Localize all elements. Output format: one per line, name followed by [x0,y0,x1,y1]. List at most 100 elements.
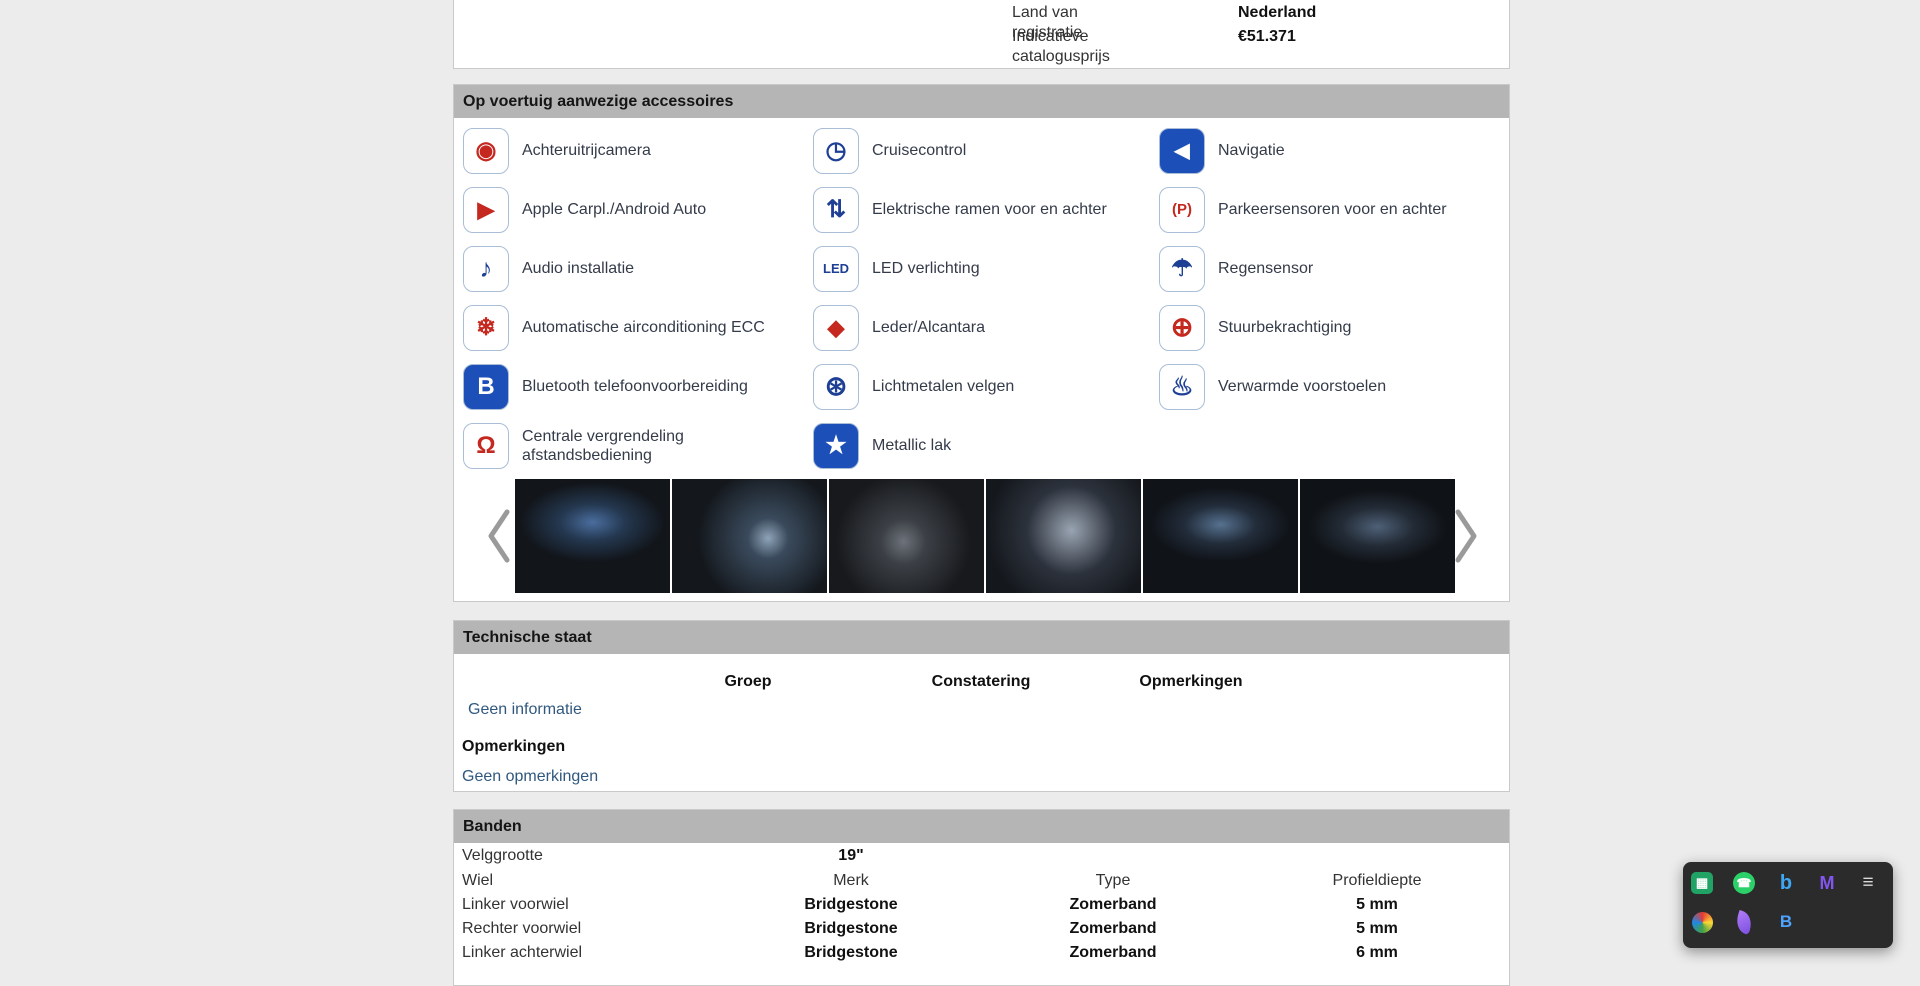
navigation-icon: ◀ [1159,127,1205,174]
carousel-photo[interactable] [1143,479,1298,593]
feather-glyph [1733,909,1755,935]
accessories-header: Op voertuig aanwezige accessoires [454,85,1509,118]
bing-icon[interactable]: b [1773,870,1799,896]
climate-control-icon: ❄ [463,304,509,351]
accessory-label: Parkeersensoren voor en achter [1218,201,1447,218]
column-header-groep: Groep [724,673,772,690]
tire-type: Zomerband [1069,944,1157,961]
no-information-text: Geen informatie [468,701,582,718]
tire-row-front-right: Rechter voorwiel Bridgestone Zomerband 5… [454,920,1509,938]
carousel-photo[interactable] [515,479,670,593]
carousel-photo[interactable] [1300,479,1455,593]
system-tray-flyout: ▦ ☎ b M ≡ B [1683,862,1893,948]
accessory-label: Elektrische ramen voor en achter [872,201,1107,218]
whatsapp-icon[interactable]: ☎ [1731,870,1757,896]
heated-seats-icon: ♨ [1159,363,1205,410]
tire-type: Zomerband [1069,896,1157,913]
carousel-photo[interactable] [672,479,827,593]
accessories-column-1: ◉ Achteruitrijcamera ▶ Apple Carpl./Andr… [463,121,772,475]
carplay-icon: ▶ [463,186,509,233]
m-glyph: M [1819,872,1835,893]
tire-depth: 5 mm [1356,920,1398,937]
accessory-label: Apple Carpl./Android Auto [522,201,707,218]
rain-sensor-icon: ☂ [1159,245,1205,292]
accessory-item: LED LED verlichting [813,239,1107,298]
parking-sensors-icon: (P) [1159,186,1205,233]
accessory-label: Verwarmde voorstoelen [1218,378,1387,395]
registration-panel: Land van registratie Nederland Indicatie… [453,0,1510,69]
carousel-next-button[interactable] [1453,508,1479,564]
tire-row-rear-left: Linker achterwiel Bridgestone Zomerband … [454,944,1509,962]
accessory-label: Metallic lak [872,437,952,454]
feather-pen-icon[interactable] [1731,909,1757,935]
grid-glyph: ▦ [1691,872,1713,894]
accessory-label: Leder/Alcantara [872,319,985,336]
tires-header: Banden [454,810,1509,843]
technical-condition-panel: Technische staat Groep Constatering Opme… [453,620,1510,792]
remarks-heading: Opmerkingen [462,738,566,755]
accessory-label: Navigatie [1218,142,1285,159]
accessory-item: ☂ Regensensor [1159,239,1447,298]
wheel-name: Linker voorwiel [462,896,569,913]
accessory-item: ▶ Apple Carpl./Android Auto [463,180,772,239]
leather-icon: ◆ [813,304,859,351]
alloy-wheels-icon: ⊛ [813,363,859,410]
accessory-item: ◀ Navigatie [1159,121,1447,180]
column-header-wiel: Wiel [462,872,494,889]
catalog-price-label: Indicatieve catalogusprijs [1012,28,1110,65]
accessory-item: ♨ Verwarmde voorstoelen [1159,357,1447,416]
accessory-item: ◷ Cruisecontrol [813,121,1107,180]
accessory-item: ◉ Achteruitrijcamera [463,121,772,180]
wheel-name: Linker achterwiel [462,944,583,961]
tire-brand: Bridgestone [804,896,898,913]
accessory-label: Bluetooth telefoonvoorbereiding [522,378,748,395]
accessory-label: Automatische airconditioning ECC [522,319,765,336]
accessory-label: LED verlichting [872,260,980,277]
accessory-label: Cruisecontrol [872,142,967,159]
column-header-constatering: Constatering [931,673,1031,690]
accessory-item: ⊛ Lichtmetalen velgen [813,357,1107,416]
metallic-paint-icon: ★ [813,422,859,469]
column-header-merk: Merk [833,872,869,889]
cruise-control-icon: ◷ [813,127,859,174]
bing-glyph: b [1779,871,1793,894]
photos-glyph [1691,911,1713,933]
column-header-profieldiepte: Profieldiepte [1332,872,1422,889]
task-list-icon[interactable]: ≡ [1855,870,1881,896]
rim-size-row: Velggrootte 19" [454,847,1509,865]
green-app-icon[interactable]: ▦ [1689,870,1715,896]
rim-size-label: Velggrootte [462,847,543,864]
tire-brand: Bridgestone [804,944,898,961]
accessory-label: Achteruitrijcamera [522,142,651,159]
m-app-icon[interactable]: M [1814,870,1840,896]
photo-carousel [454,479,1509,593]
accessory-item: (P) Parkeersensoren voor en achter [1159,180,1447,239]
carousel-photo[interactable] [829,479,984,593]
accessories-panel: Op voertuig aanwezige accessoires ◉ Acht… [453,84,1510,602]
accessory-item: ❄ Automatische airconditioning ECC [463,298,772,357]
tire-type: Zomerband [1069,920,1157,937]
column-header-type: Type [1095,872,1131,889]
accessory-label: Centrale vergrendeling afstandsbediening [522,427,684,464]
tire-depth: 6 mm [1356,944,1398,961]
photos-icon[interactable] [1689,909,1715,935]
accessories-column-2: ◷ Cruisecontrol ⇅ Elektrische ramen voor… [813,121,1107,475]
bluetooth-icon[interactable]: B [1773,909,1799,935]
bluetooth-glyph: B [1779,912,1793,931]
central-locking-icon: Ω [463,422,509,469]
catalog-price-value: €51.371 [1238,28,1296,45]
accessory-item: ★ Metallic lak [813,416,1107,475]
accessory-item: ♪ Audio installatie [463,239,772,298]
tire-row-front-left: Linker voorwiel Bridgestone Zomerband 5 … [454,896,1509,914]
accessory-item: ⇅ Elektrische ramen voor en achter [813,180,1107,239]
accessory-label: Lichtmetalen velgen [872,378,1015,395]
tires-panel: Banden Velggrootte 19" Wiel Merk Type Pr… [453,809,1510,986]
phone-glyph: ☎ [1733,872,1755,894]
carousel-photo[interactable] [986,479,1141,593]
accessories-column-3: ◀ Navigatie (P) Parkeersensoren voor en … [1159,121,1447,416]
carousel-thumbnails [454,479,1509,593]
accessory-item: ◆ Leder/Alcantara [813,298,1107,357]
no-remarks-text: Geen opmerkingen [462,768,599,785]
audio-icon: ♪ [463,245,509,292]
tire-depth: 5 mm [1356,896,1398,913]
